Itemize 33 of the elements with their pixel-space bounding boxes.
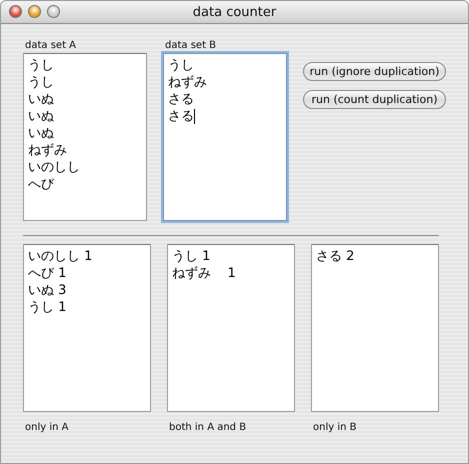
result-line: うし 1	[172, 248, 212, 265]
close-icon[interactable]	[9, 5, 22, 18]
text-line: いぬ	[28, 91, 55, 108]
text-line: うし	[28, 57, 55, 74]
field-label: data set A	[25, 40, 78, 53]
text-line: いぬ	[28, 125, 55, 142]
result-label: only in A	[25, 422, 70, 435]
text-area[interactable]: うし ねずみ さる さる	[163, 53, 287, 221]
result-line: いぬ 3	[28, 282, 68, 299]
minimize-icon[interactable]	[28, 5, 41, 18]
result-line: さる 2	[316, 248, 356, 265]
result-line: うし 1	[28, 299, 68, 316]
text-area[interactable]: うし うし いぬ いぬ いぬ ねずみ いのしし へび	[23, 53, 147, 221]
result-label: both in A and B	[169, 422, 248, 435]
text-line: うし	[168, 57, 195, 74]
text-line: ねずみ	[28, 142, 68, 159]
text-line: へび	[28, 176, 56, 193]
text-line: さる	[168, 108, 196, 125]
text-cursor	[194, 108, 195, 124]
field-label: data set B	[165, 40, 218, 53]
text-line: いのしし	[28, 159, 81, 176]
window-title: data counter	[192, 4, 276, 20]
result-line: いのしし 1	[28, 248, 94, 265]
text-line: ねずみ	[168, 74, 208, 91]
result-line: へび 1	[28, 265, 68, 282]
zoom-icon[interactable]	[47, 5, 60, 18]
text-line: うし	[28, 74, 55, 91]
text-line: さる	[168, 91, 195, 108]
run-button[interactable]: run (ignore duplication)	[303, 62, 446, 81]
run-button[interactable]: run (count duplication)	[303, 90, 446, 109]
result-line: ねずみ 1	[172, 265, 237, 282]
result-label: only in B	[313, 422, 358, 435]
text-line: いぬ	[28, 108, 55, 125]
